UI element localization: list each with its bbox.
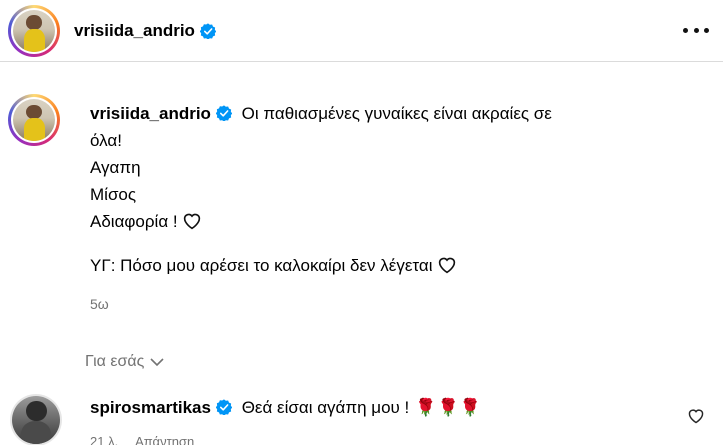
verified-badge-icon [215, 105, 232, 121]
caption-line-text: Οι παθιασμένες γυναίκες είναι ακραίες σε [241, 104, 552, 123]
caption-text: vrisiida_andrio Οι παθιασμένες γυναίκες … [90, 100, 650, 279]
comment-avatar[interactable] [10, 394, 62, 445]
comment-timestamp: 21 λ. [90, 434, 119, 445]
reply-button[interactable]: Απάντηση [135, 434, 194, 445]
comment-item: spirosmartikas Θεά είσαι αγάπη μου ! 🌹🌹🌹 … [0, 388, 723, 445]
caption-line-5-text: Αδιαφορία ! [90, 212, 178, 231]
post-header: vrisiida_andrio [0, 0, 723, 62]
caption-avatar[interactable] [8, 94, 60, 146]
for-you-label: Για εσάς [85, 353, 145, 370]
header-username[interactable]: vrisiida_andrio [74, 21, 195, 41]
heart-outline-icon [438, 257, 455, 274]
heart-outline-icon [183, 213, 200, 230]
caption-username[interactable]: vrisiida_andrio [90, 104, 211, 123]
rose-emoji: 🌹🌹🌹 [415, 398, 482, 417]
for-you-filter[interactable]: Για εσάς [85, 353, 164, 371]
comment-text: spirosmartikas Θεά είσαι αγάπη μου ! 🌹🌹🌹 [90, 398, 482, 418]
caption-line-6 [90, 235, 650, 252]
verified-badge-icon [199, 22, 216, 39]
caption-line-1: vrisiida_andrio Οι παθιασμένες γυναίκες … [90, 100, 650, 127]
caption-line-3: Αγαπη [90, 158, 141, 177]
comment-message: Θεά είσαι αγάπη μου ! [241, 398, 410, 417]
verified-badge-icon [215, 399, 232, 415]
caption-timestamp: 5ω [90, 296, 109, 312]
comment-meta: 21 λ. Απάντηση [90, 434, 208, 445]
comment-username[interactable]: spirosmartikas [90, 398, 211, 417]
header-avatar[interactable] [8, 4, 60, 57]
caption-line-2: όλα! [90, 131, 122, 150]
like-heart-icon[interactable] [687, 408, 705, 424]
caption-line-7-text: ΥΓ: Πόσο μου αρέσει το καλοκαίρι δεν λέγ… [90, 256, 433, 275]
caption-line-4: Μίσος [90, 185, 137, 204]
chevron-down-icon [150, 358, 164, 367]
caption-line-5: Αδιαφορία ! [90, 208, 650, 235]
more-options-icon[interactable] [681, 18, 711, 42]
caption-line-7: ΥΓ: Πόσο μου αρέσει το καλοκαίρι δεν λέγ… [90, 252, 650, 279]
